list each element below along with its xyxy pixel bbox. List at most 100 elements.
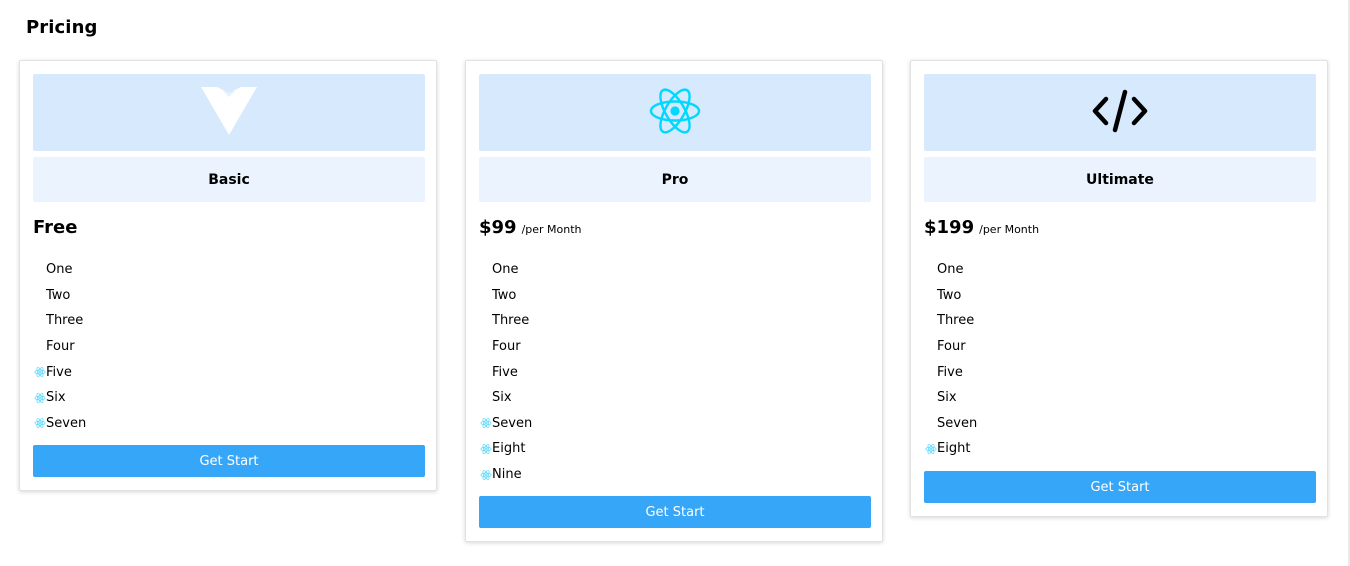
plan-name: Pro [479, 157, 871, 202]
get-start-button[interactable]: Get Start [33, 445, 425, 477]
feature-item: Four [479, 334, 532, 360]
feature-item: One [924, 257, 977, 283]
feature-label: One [937, 262, 964, 278]
code-brackets-icon [1092, 89, 1148, 137]
feature-spacer [479, 263, 492, 276]
feature-spacer [924, 263, 937, 276]
feature-label: Five [492, 364, 518, 380]
feature-item: Seven [924, 411, 977, 437]
feature-label: Four [492, 339, 521, 355]
feature-label: Two [937, 287, 962, 303]
react-check-icon [33, 391, 46, 404]
feature-label: Eight [937, 441, 971, 457]
feature-item: Two [479, 283, 532, 309]
feature-spacer [924, 314, 937, 327]
feature-label: Two [46, 287, 71, 303]
feature-spacer [33, 340, 46, 353]
vuetify-logo-icon [201, 83, 257, 143]
feature-label: Nine [492, 467, 522, 483]
feature-list: One Two Three Four Five Six Seven Eight [924, 257, 977, 462]
feature-label: Two [492, 287, 517, 303]
feature-spacer [479, 314, 492, 327]
react-check-icon [924, 442, 937, 455]
price-row: $99 /per Month [479, 217, 582, 238]
feature-spacer [924, 417, 937, 430]
feature-label: One [492, 262, 519, 278]
feature-label: Four [937, 339, 966, 355]
feature-item: Eight [479, 436, 532, 462]
feature-item: Five [924, 359, 977, 385]
feature-item: Five [479, 359, 532, 385]
feature-label: Five [46, 364, 72, 380]
feature-list: One Two Three Four Five Six Seven [33, 257, 86, 436]
feature-label: Seven [492, 415, 533, 431]
feature-spacer [33, 263, 46, 276]
price-row: $199 /per Month [924, 217, 1039, 238]
react-check-icon [479, 417, 492, 430]
feature-spacer [924, 366, 937, 379]
plan-price: Free [33, 217, 78, 238]
pricing-page: Pricing Basic Free One Two Three Four Five Si… [0, 0, 1350, 566]
feature-label: Six [937, 390, 957, 406]
feature-item: Two [924, 283, 977, 309]
plan-price: $199 [924, 217, 975, 238]
react-logo-icon [648, 86, 702, 140]
feature-label: Three [46, 313, 84, 329]
plan-name: Ultimate [924, 157, 1316, 202]
page-title: Pricing [26, 17, 98, 38]
get-start-button[interactable]: Get Start [924, 471, 1316, 503]
feature-spacer [479, 340, 492, 353]
plan-price: $99 [479, 217, 517, 238]
plan-name: Basic [33, 157, 425, 202]
plan-period: /per Month [521, 223, 582, 236]
feature-label: One [46, 262, 73, 278]
plan-period: /per Month [979, 223, 1040, 236]
feature-item: Eight [924, 436, 977, 462]
plan-hero [924, 74, 1316, 151]
feature-label: Eight [492, 441, 526, 457]
feature-item: Six [479, 385, 532, 411]
react-check-icon [479, 468, 492, 481]
feature-item: One [33, 257, 86, 283]
feature-spacer [33, 289, 46, 302]
feature-spacer [33, 314, 46, 327]
pricing-card-ultimate: Ultimate $199 /per Month One Two Three Four… [910, 60, 1328, 517]
feature-item: Two [33, 283, 86, 309]
plan-hero [479, 74, 871, 151]
feature-item: Seven [479, 411, 532, 437]
pricing-card-basic: Basic Free One Two Three Four Five Six Seven G… [19, 60, 437, 491]
feature-spacer [479, 289, 492, 302]
feature-item: Four [33, 334, 86, 360]
react-check-icon [479, 442, 492, 455]
feature-spacer [924, 340, 937, 353]
feature-label: Six [492, 390, 512, 406]
feature-list: One Two Three Four Five Six Seven Eight Nine [479, 257, 532, 487]
feature-label: Seven [46, 415, 87, 431]
feature-item: Six [924, 385, 977, 411]
feature-item: Three [33, 308, 86, 334]
feature-item: One [479, 257, 532, 283]
feature-label: Six [46, 390, 66, 406]
feature-item: Three [924, 308, 977, 334]
feature-spacer [924, 391, 937, 404]
react-check-icon [33, 417, 46, 430]
react-check-icon [33, 366, 46, 379]
feature-item: Nine [479, 462, 532, 488]
feature-item: Three [479, 308, 532, 334]
feature-item: Five [33, 359, 86, 385]
feature-label: Seven [937, 415, 978, 431]
feature-item: Seven [33, 411, 86, 437]
get-start-button[interactable]: Get Start [479, 496, 871, 528]
feature-item: Four [924, 334, 977, 360]
feature-label: Three [492, 313, 530, 329]
feature-spacer [924, 289, 937, 302]
feature-item: Six [33, 385, 86, 411]
feature-label: Three [937, 313, 975, 329]
feature-label: Five [937, 364, 963, 380]
feature-label: Four [46, 339, 75, 355]
feature-spacer [479, 391, 492, 404]
plan-hero [33, 74, 425, 151]
feature-spacer [479, 366, 492, 379]
price-row: Free [33, 217, 82, 238]
pricing-card-pro: Pro $99 /per Month One Two Three Four Five Si… [465, 60, 883, 542]
